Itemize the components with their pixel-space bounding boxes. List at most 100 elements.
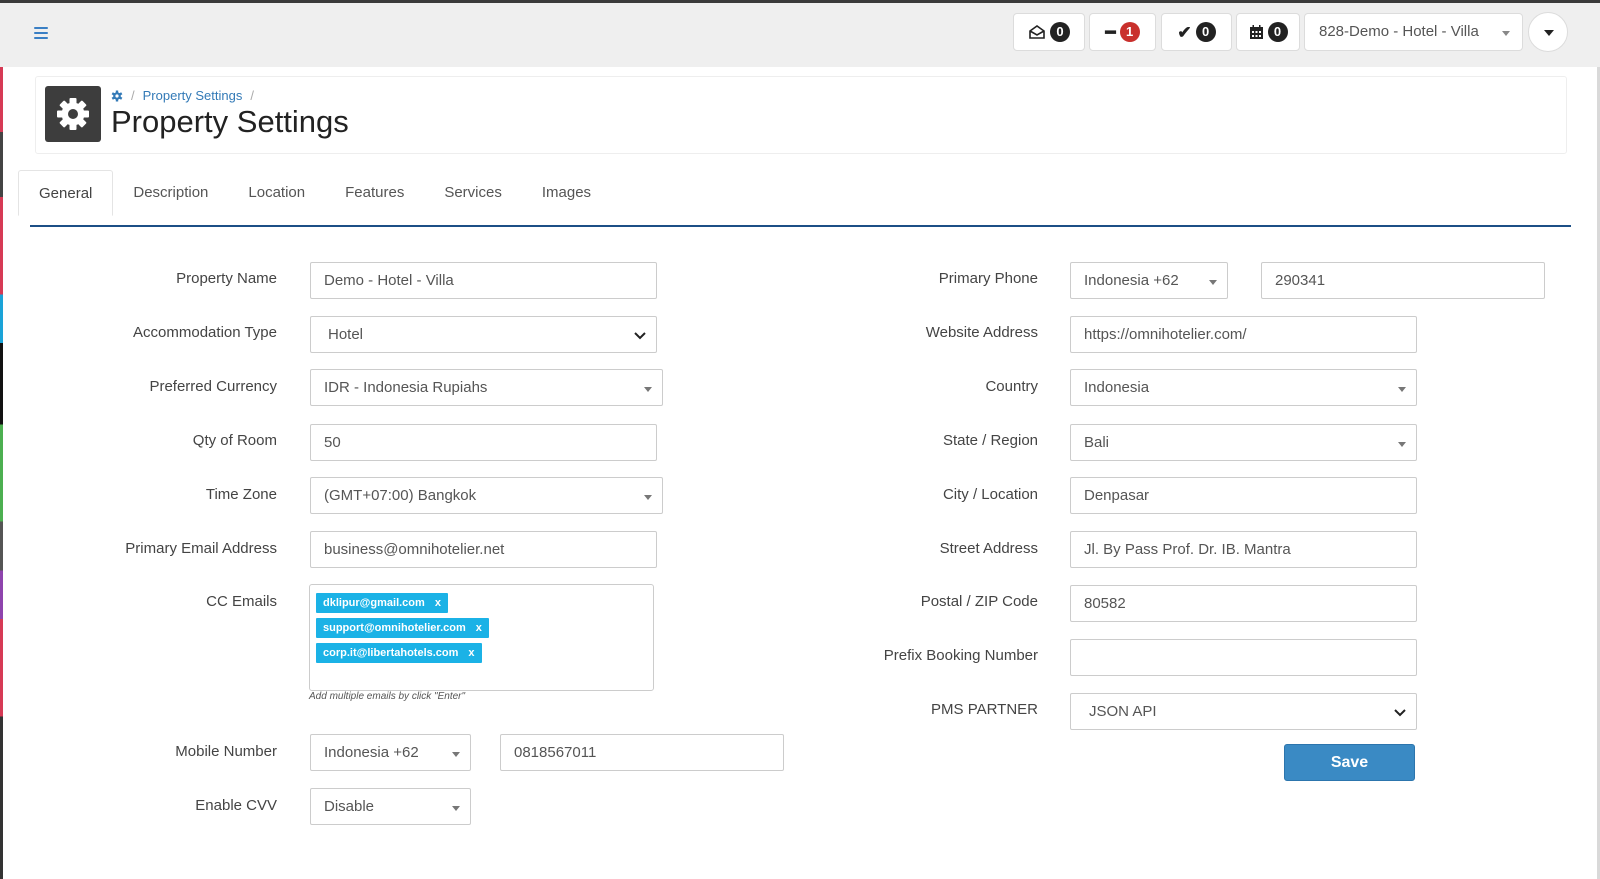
preferred-currency-label: Preferred Currency <box>149 378 277 395</box>
envelope-icon <box>1029 25 1045 39</box>
breadcrumb-separator: / <box>250 88 254 103</box>
left-accent-strip <box>0 67 3 879</box>
qty-of-room-input[interactable]: 50 <box>310 424 657 461</box>
hamburger-menu-icon[interactable] <box>34 27 48 41</box>
tab-features[interactable]: Features <box>325 170 424 216</box>
postal-label: Postal / ZIP Code <box>920 593 1038 610</box>
primary-email-label: Primary Email Address <box>125 540 277 557</box>
messages-button[interactable]: 0 <box>1013 13 1085 51</box>
caret-down-icon <box>1544 30 1554 36</box>
caret-down-icon <box>1398 387 1406 392</box>
time-zone-label: Time Zone <box>205 486 277 503</box>
accommodation-type-select[interactable]: Hotel <box>310 316 657 353</box>
tab-location[interactable]: Location <box>228 170 325 216</box>
minus-count-badge: 1 <box>1119 22 1140 42</box>
state-label: State / Region <box>942 432 1038 449</box>
time-zone-select[interactable]: (GMT+07:00) Bangkok <box>310 477 663 514</box>
tab-underline <box>30 225 1571 227</box>
email-tag: corp.it@libertahotels.com x <box>316 643 482 663</box>
email-tag: dklipur@gmail.com x <box>316 593 448 613</box>
messages-count-badge: 0 <box>1050 22 1070 42</box>
chevron-down-icon <box>634 332 646 340</box>
caret-down-icon <box>644 495 652 500</box>
email-tag-text: dklipur@gmail.com <box>323 597 425 609</box>
property-selector-label: 828-Demo - Hotel - Villa <box>1319 23 1479 40</box>
email-tag: support@omnihotelier.com x <box>316 618 489 638</box>
page-gear-icon <box>45 86 101 142</box>
state-value: Bali <box>1084 434 1110 451</box>
pms-partner-select[interactable]: JSON API <box>1070 693 1417 730</box>
user-menu-button[interactable] <box>1528 12 1568 52</box>
primary-phone-country-value: Indonesia +62 <box>1084 272 1179 289</box>
street-label: Street Address <box>939 540 1038 557</box>
caret-down-icon <box>452 806 460 811</box>
property-selector[interactable]: 828-Demo - Hotel - Villa <box>1304 13 1523 51</box>
remove-tag-button[interactable]: x <box>476 622 482 634</box>
breadcrumb-property-settings[interactable]: Property Settings <box>143 88 243 103</box>
page-title: Property Settings <box>111 104 349 139</box>
prefix-booking-input[interactable] <box>1070 639 1417 676</box>
website-input[interactable]: https://omnihotelier.com/ <box>1070 316 1417 353</box>
enable-cvv-value: Disable <box>324 798 375 815</box>
primary-email-input[interactable]: business@omnihotelier.net <box>310 531 657 568</box>
chevron-down-icon <box>1394 709 1406 717</box>
property-name-input[interactable]: Demo - Hotel - Villa <box>310 262 657 299</box>
breadcrumb-separator: / <box>131 88 135 103</box>
postal-input[interactable]: 80582 <box>1070 585 1417 622</box>
prefix-booking-label: Prefix Booking Number <box>883 647 1038 664</box>
city-label: City / Location <box>942 486 1038 503</box>
top-navbar: 0 ━ 1 ✔ 0 0 828-Demo - Hotel - Villa <box>0 3 1600 67</box>
email-tag-text: support@omnihotelier.com <box>323 622 466 634</box>
tab-general[interactable]: General <box>18 170 114 216</box>
mobile-country-value: Indonesia +62 <box>324 744 419 761</box>
breadcrumb: / Property Settings / <box>111 88 254 103</box>
calendar-count-badge: 0 <box>1267 22 1288 42</box>
save-button[interactable]: Save <box>1284 744 1415 781</box>
accommodation-type-label: Accommodation Type <box>133 324 277 341</box>
tab-services[interactable]: Services <box>424 170 522 216</box>
check-button[interactable]: ✔ 0 <box>1161 13 1232 51</box>
primary-phone-country-select[interactable]: Indonesia +62 <box>1070 262 1228 299</box>
caret-down-icon <box>452 752 460 757</box>
tab-images[interactable]: Images <box>522 170 611 216</box>
check-count-badge: 0 <box>1195 22 1216 42</box>
accommodation-type-value: Hotel <box>328 326 364 343</box>
minus-icon: ━ <box>1105 22 1116 42</box>
caret-down-icon <box>1209 280 1217 285</box>
country-value: Indonesia <box>1084 379 1150 396</box>
pms-partner-label: PMS PARTNER <box>931 701 1038 718</box>
calendar-icon <box>1249 24 1263 39</box>
enable-cvv-select[interactable]: Disable <box>310 788 471 825</box>
country-select[interactable]: Indonesia <box>1070 369 1417 406</box>
pms-partner-value: JSON API <box>1089 703 1157 720</box>
property-name-label: Property Name <box>176 270 277 287</box>
remove-tag-button[interactable]: x <box>435 597 441 609</box>
preferred-currency-select[interactable]: IDR - Indonesia Rupiahs <box>310 369 663 406</box>
caret-down-icon <box>1502 31 1510 36</box>
website-label: Website Address <box>925 324 1038 341</box>
primary-phone-input[interactable]: 290341 <box>1261 262 1545 299</box>
cc-emails-input[interactable]: dklipur@gmail.com x support@omnihotelier.… <box>309 584 654 691</box>
mobile-country-select[interactable]: Indonesia +62 <box>310 734 471 771</box>
tab-description[interactable]: Description <box>113 170 228 216</box>
gear-icon <box>57 98 89 130</box>
city-input[interactable]: Denpasar <box>1070 477 1417 514</box>
gear-icon[interactable] <box>111 90 123 102</box>
caret-down-icon <box>644 387 652 392</box>
cc-emails-label: CC Emails <box>206 593 277 610</box>
mobile-number-label: Mobile Number <box>175 743 277 760</box>
country-label: Country <box>985 378 1038 395</box>
check-icon: ✔ <box>1177 22 1192 42</box>
remove-tag-button[interactable]: x <box>468 647 474 659</box>
minus-button[interactable]: ━ 1 <box>1089 13 1156 51</box>
street-input[interactable]: Jl. By Pass Prof. Dr. IB. Mantra <box>1070 531 1417 568</box>
primary-phone-label: Primary Phone <box>938 270 1038 287</box>
enable-cvv-label: Enable CVV <box>195 797 277 814</box>
mobile-number-input[interactable]: 0818567011 <box>500 734 784 771</box>
calendar-button[interactable]: 0 <box>1236 13 1300 51</box>
cc-emails-hint: Add multiple emails by click "Enter" <box>309 691 466 702</box>
time-zone-value: (GMT+07:00) Bangkok <box>324 487 477 504</box>
state-select[interactable]: Bali <box>1070 424 1417 461</box>
settings-tabs: General Description Location Features Se… <box>18 170 611 216</box>
qty-of-room-label: Qty of Room <box>192 432 277 449</box>
